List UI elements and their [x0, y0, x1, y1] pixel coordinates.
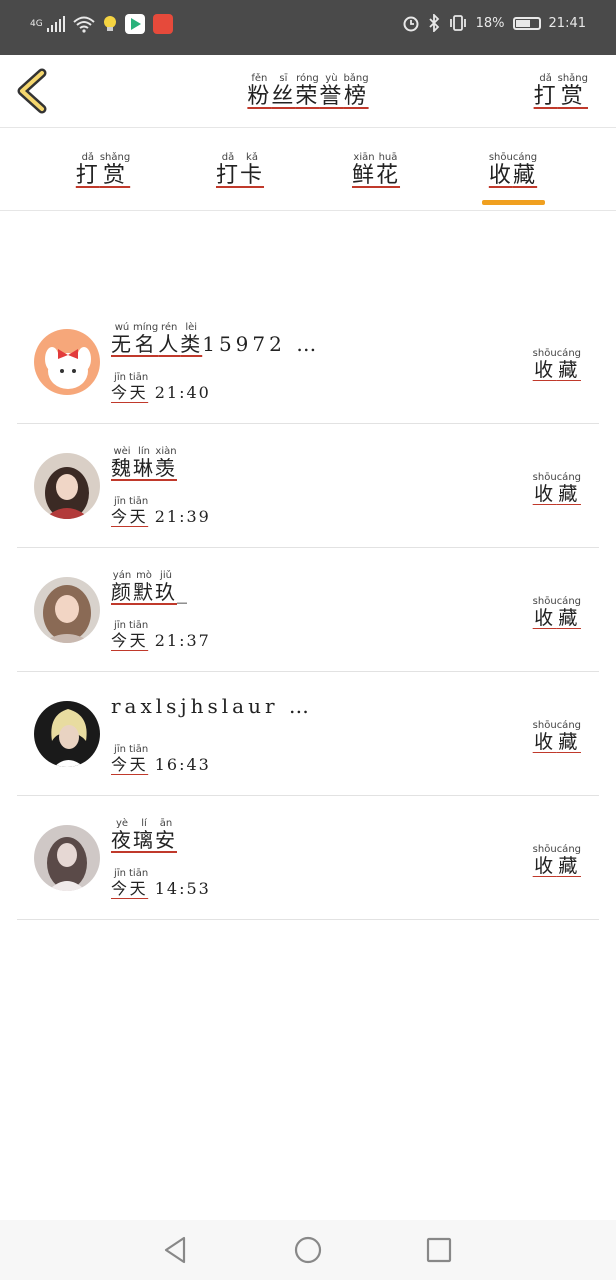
- title-char: 荣róng: [295, 73, 320, 109]
- title-char: 誉yù: [319, 73, 344, 109]
- user-name: raxlsjhslaur …: [111, 694, 313, 718]
- avatar[interactable]: [34, 329, 100, 395]
- avatar[interactable]: [34, 701, 100, 767]
- timestamp: 今jīn天tiān 14:53: [111, 868, 211, 898]
- vibrate-icon: [449, 15, 466, 31]
- reward-button[interactable]: 打dǎ赏shǎng: [534, 73, 588, 110]
- battery-icon: [512, 16, 541, 30]
- play-app-icon: [124, 14, 145, 34]
- tab-collect[interactable]: 收shōu藏cáng: [463, 152, 563, 189]
- nav-back-button[interactable]: [160, 1234, 192, 1266]
- nav-home-button[interactable]: [292, 1234, 324, 1266]
- list-item[interactable]: 无wú名míng人rén类lèi15972 … 今jīn天tiān 21:40 …: [17, 300, 599, 424]
- bulb-icon: [103, 16, 116, 31]
- network-type: 4G: [30, 19, 43, 29]
- signal-icon: [46, 16, 65, 32]
- shop-app-icon: [152, 14, 173, 34]
- title-char: 粉fěn: [247, 73, 272, 109]
- collect-button[interactable]: 收shōu藏cáng: [533, 844, 581, 878]
- timestamp: 今jīn天tiān 21:37: [111, 620, 211, 650]
- timestamp: 今jīn天tiān 21:40: [111, 372, 211, 402]
- list-item[interactable]: 夜yè璃lí安ān 今jīn天tiān 14:53 收shōu藏cáng: [17, 796, 599, 920]
- user-name: 夜yè璃lí安ān: [111, 818, 177, 852]
- list-item[interactable]: 颜yán默mò玖jiǔ_ 今jīn天tiān 21:37 收shōu藏cáng: [17, 548, 599, 672]
- avatar[interactable]: [34, 825, 100, 891]
- user-name: 无wú名míng人rén类lèi15972 …: [111, 322, 321, 356]
- collect-button[interactable]: 收shōu藏cáng: [533, 596, 581, 630]
- nav-recent-button[interactable]: [423, 1234, 455, 1266]
- title-char: 丝sī: [271, 73, 296, 109]
- status-bar: 4G 18% 21:41: [0, 0, 616, 55]
- title-char: 榜bǎng: [343, 73, 369, 109]
- timestamp: 今jīn天tiān 21:39: [111, 496, 211, 526]
- avatar[interactable]: [34, 577, 100, 643]
- circle-home-icon: [294, 1236, 322, 1264]
- page-title: 粉fěn丝sī荣róng誉yù榜bǎng: [0, 73, 616, 110]
- reward-label: 打dǎ赏shǎng: [533, 73, 588, 109]
- tab-bar: 打dǎ赏shǎng 打dǎ卡kǎ 鲜xiān花huā 收shōu藏cáng: [0, 128, 616, 211]
- list-item[interactable]: raxlsjhslaur … 今jīn天tiān 16:43 收shōu藏cán…: [17, 672, 599, 796]
- system-nav-bar: [0, 1220, 616, 1280]
- clock: 21:41: [548, 15, 586, 31]
- collect-button[interactable]: 收shōu藏cáng: [533, 472, 581, 506]
- active-tab-indicator: [482, 200, 545, 205]
- tab-checkin[interactable]: 打dǎ卡kǎ: [190, 152, 290, 189]
- tab-flowers[interactable]: 鲜xiān花huā: [326, 152, 426, 189]
- bluetooth-icon: [428, 14, 439, 32]
- collect-button[interactable]: 收shōu藏cáng: [533, 720, 581, 754]
- top-header: 粉fěn丝sī荣róng誉yù榜bǎng 打dǎ赏shǎng: [0, 55, 616, 128]
- battery-percent: 18%: [475, 15, 505, 31]
- user-name: 魏wèi琳lín羡xiàn: [111, 446, 177, 480]
- timestamp: 今jīn天tiān 16:43: [111, 744, 211, 774]
- wifi-icon: [73, 16, 95, 33]
- square-recent-icon: [426, 1237, 452, 1263]
- tab-reward[interactable]: 打dǎ赏shǎng: [53, 152, 153, 189]
- triangle-back-icon: [164, 1236, 186, 1264]
- avatar[interactable]: [34, 453, 100, 519]
- list-item[interactable]: 魏wèi琳lín羡xiàn 今jīn天tiān 21:39 收shōu藏cáng: [17, 424, 599, 548]
- title-text: 粉fěn丝sī荣róng誉yù榜bǎng: [247, 73, 369, 109]
- status-right: 18% 21:41: [402, 14, 586, 32]
- status-left: 4G: [30, 14, 173, 34]
- user-name: 颜yán默mò玖jiǔ_: [111, 570, 191, 604]
- fan-list: 无wú名míng人rén类lèi15972 … 今jīn天tiān 21:40 …: [0, 300, 616, 920]
- collect-button[interactable]: 收shōu藏cáng: [533, 348, 581, 382]
- alarm-icon: [403, 16, 419, 32]
